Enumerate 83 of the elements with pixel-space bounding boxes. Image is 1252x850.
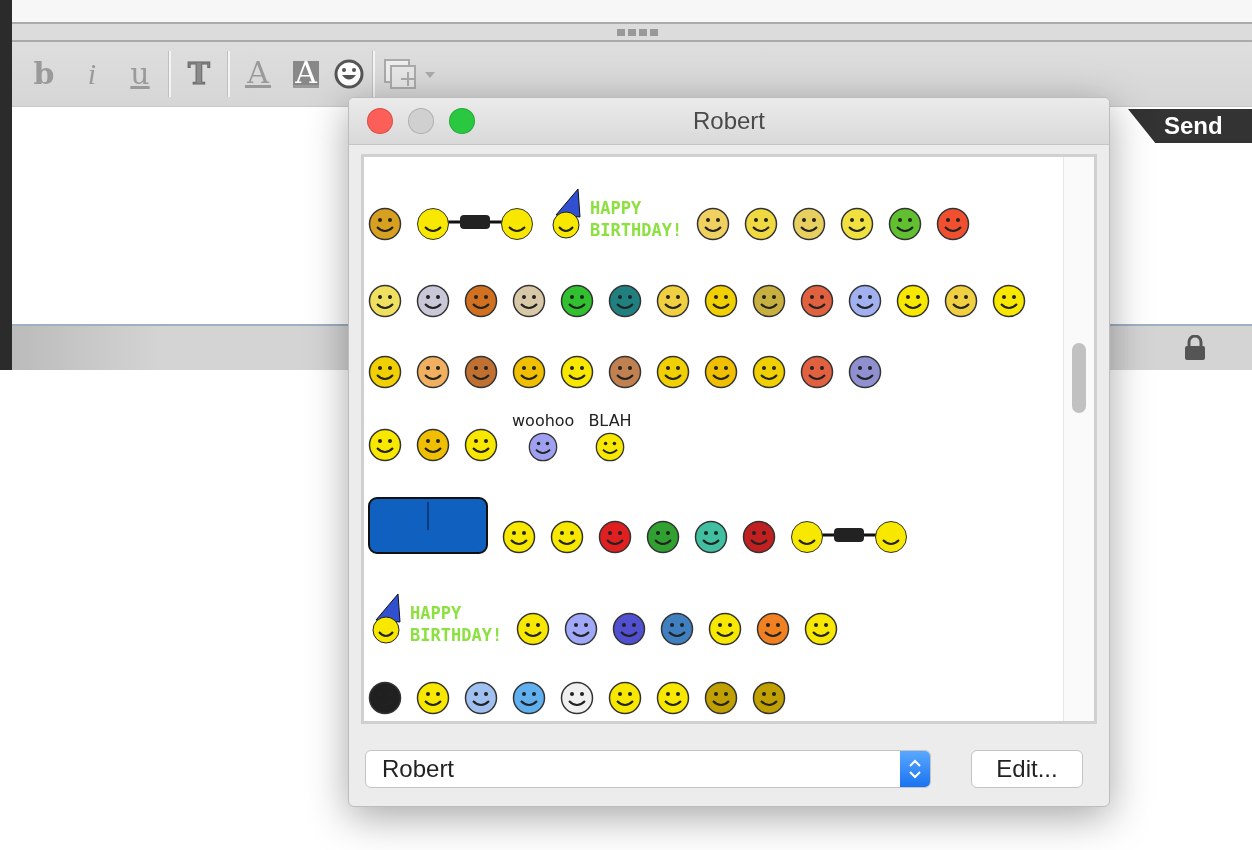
smiley-icon[interactable] bbox=[368, 207, 402, 242]
smiley-icon[interactable] bbox=[560, 355, 594, 390]
smiley-icon[interactable] bbox=[516, 611, 551, 646]
smiley-icon[interactable] bbox=[560, 284, 594, 318]
smiley-icon[interactable] bbox=[742, 519, 776, 554]
lock-icon bbox=[1184, 335, 1206, 361]
smiley-icon[interactable] bbox=[368, 284, 402, 318]
smiley-icon[interactable] bbox=[896, 284, 930, 318]
smiley-icon[interactable] bbox=[528, 432, 559, 463]
smiley-icon[interactable] bbox=[368, 681, 402, 715]
set-select[interactable]: Robert bbox=[365, 750, 931, 788]
smiley-icon[interactable] bbox=[752, 681, 786, 715]
banner-text: HAPPY bbox=[590, 197, 643, 220]
smiley-icon[interactable] bbox=[848, 355, 882, 390]
smiley-icon[interactable] bbox=[598, 519, 632, 554]
edit-button[interactable]: Edit... bbox=[971, 750, 1083, 788]
banner-text: BIRTHDAY! bbox=[410, 623, 503, 646]
smiley-icon[interactable] bbox=[800, 284, 834, 318]
chevrons-icon bbox=[907, 757, 923, 781]
smiley-icon[interactable] bbox=[464, 681, 498, 715]
smiley-icon[interactable] bbox=[464, 355, 498, 390]
smiley-icon[interactable] bbox=[334, 59, 364, 89]
format-button[interactable]: A bbox=[238, 52, 278, 96]
window-title: Robert bbox=[691, 107, 766, 135]
close-button[interactable] bbox=[367, 108, 393, 134]
smiley-icon[interactable] bbox=[756, 611, 791, 646]
smiley-icon[interactable] bbox=[752, 284, 786, 318]
smiley-icon[interactable] bbox=[464, 428, 498, 463]
caption-text: woohoo bbox=[512, 411, 575, 431]
smiley-icon[interactable] bbox=[564, 611, 599, 646]
smiley-icon[interactable] bbox=[656, 284, 690, 318]
scrollbar[interactable] bbox=[1063, 157, 1094, 721]
smiley-icon[interactable] bbox=[660, 611, 695, 646]
smiley-icon[interactable] bbox=[704, 355, 738, 390]
smiley-icon[interactable] bbox=[792, 207, 827, 242]
smiley-icon[interactable] bbox=[656, 681, 690, 715]
smiley-icon[interactable] bbox=[560, 681, 594, 715]
smiley-icon[interactable] bbox=[416, 284, 450, 318]
smiley-icon[interactable] bbox=[368, 428, 402, 463]
banner-text: BIRTHDAY! bbox=[590, 219, 683, 242]
smiley-icon[interactable] bbox=[656, 355, 690, 390]
smiley-icon[interactable] bbox=[694, 519, 728, 554]
smiley-icon[interactable] bbox=[416, 428, 450, 463]
smiley-icon[interactable] bbox=[848, 284, 882, 318]
smiley-icon[interactable] bbox=[944, 284, 978, 318]
smiley-icon[interactable] bbox=[512, 355, 546, 390]
smiley-icon[interactable] bbox=[608, 355, 642, 390]
format-button[interactable]: i bbox=[72, 52, 112, 96]
smiley-icon[interactable] bbox=[512, 284, 546, 318]
smiley-icon[interactable] bbox=[608, 681, 642, 715]
smiley-icon[interactable] bbox=[464, 284, 498, 318]
smiley-icon[interactable] bbox=[704, 284, 738, 318]
smiley-icon[interactable] bbox=[992, 284, 1026, 318]
smiley-icon[interactable] bbox=[704, 681, 738, 715]
format-button[interactable]: A bbox=[286, 52, 326, 96]
smiley-icon[interactable] bbox=[646, 519, 680, 554]
smiley-icon[interactable] bbox=[612, 611, 647, 646]
format-button[interactable]: T bbox=[179, 52, 219, 96]
linked-smileys-icon[interactable] bbox=[416, 207, 534, 242]
smiley-icon[interactable] bbox=[416, 681, 450, 715]
smiley-icon[interactable] bbox=[800, 355, 834, 390]
smiley-icon[interactable] bbox=[840, 207, 875, 242]
smiley-icon[interactable] bbox=[696, 207, 731, 242]
smiley-icon[interactable] bbox=[512, 681, 546, 715]
smiley-icon[interactable] bbox=[804, 611, 839, 646]
send-button[interactable]: Send bbox=[1128, 109, 1252, 143]
format-button[interactable]: b bbox=[24, 52, 64, 96]
smiley-icon[interactable] bbox=[416, 355, 450, 390]
caption-text: BLAH bbox=[588, 411, 632, 431]
smiley-icon[interactable] bbox=[744, 207, 779, 242]
smiley-icon[interactable] bbox=[595, 432, 625, 463]
linked-smileys-icon[interactable] bbox=[790, 519, 908, 554]
smiley-icon[interactable] bbox=[550, 519, 584, 554]
smiley-icon[interactable] bbox=[708, 611, 743, 646]
smiley-icon[interactable] bbox=[368, 355, 402, 390]
smiley-icon[interactable] bbox=[502, 519, 536, 554]
resize-grip-icon[interactable] bbox=[617, 28, 659, 36]
smiley-icon[interactable] bbox=[936, 207, 971, 242]
banner-text: HAPPY bbox=[410, 601, 463, 624]
smiley-icon[interactable] bbox=[608, 284, 642, 318]
smiley-icon[interactable] bbox=[888, 207, 923, 242]
format-button[interactable]: u bbox=[120, 52, 160, 96]
smiley-icon[interactable] bbox=[752, 355, 786, 390]
